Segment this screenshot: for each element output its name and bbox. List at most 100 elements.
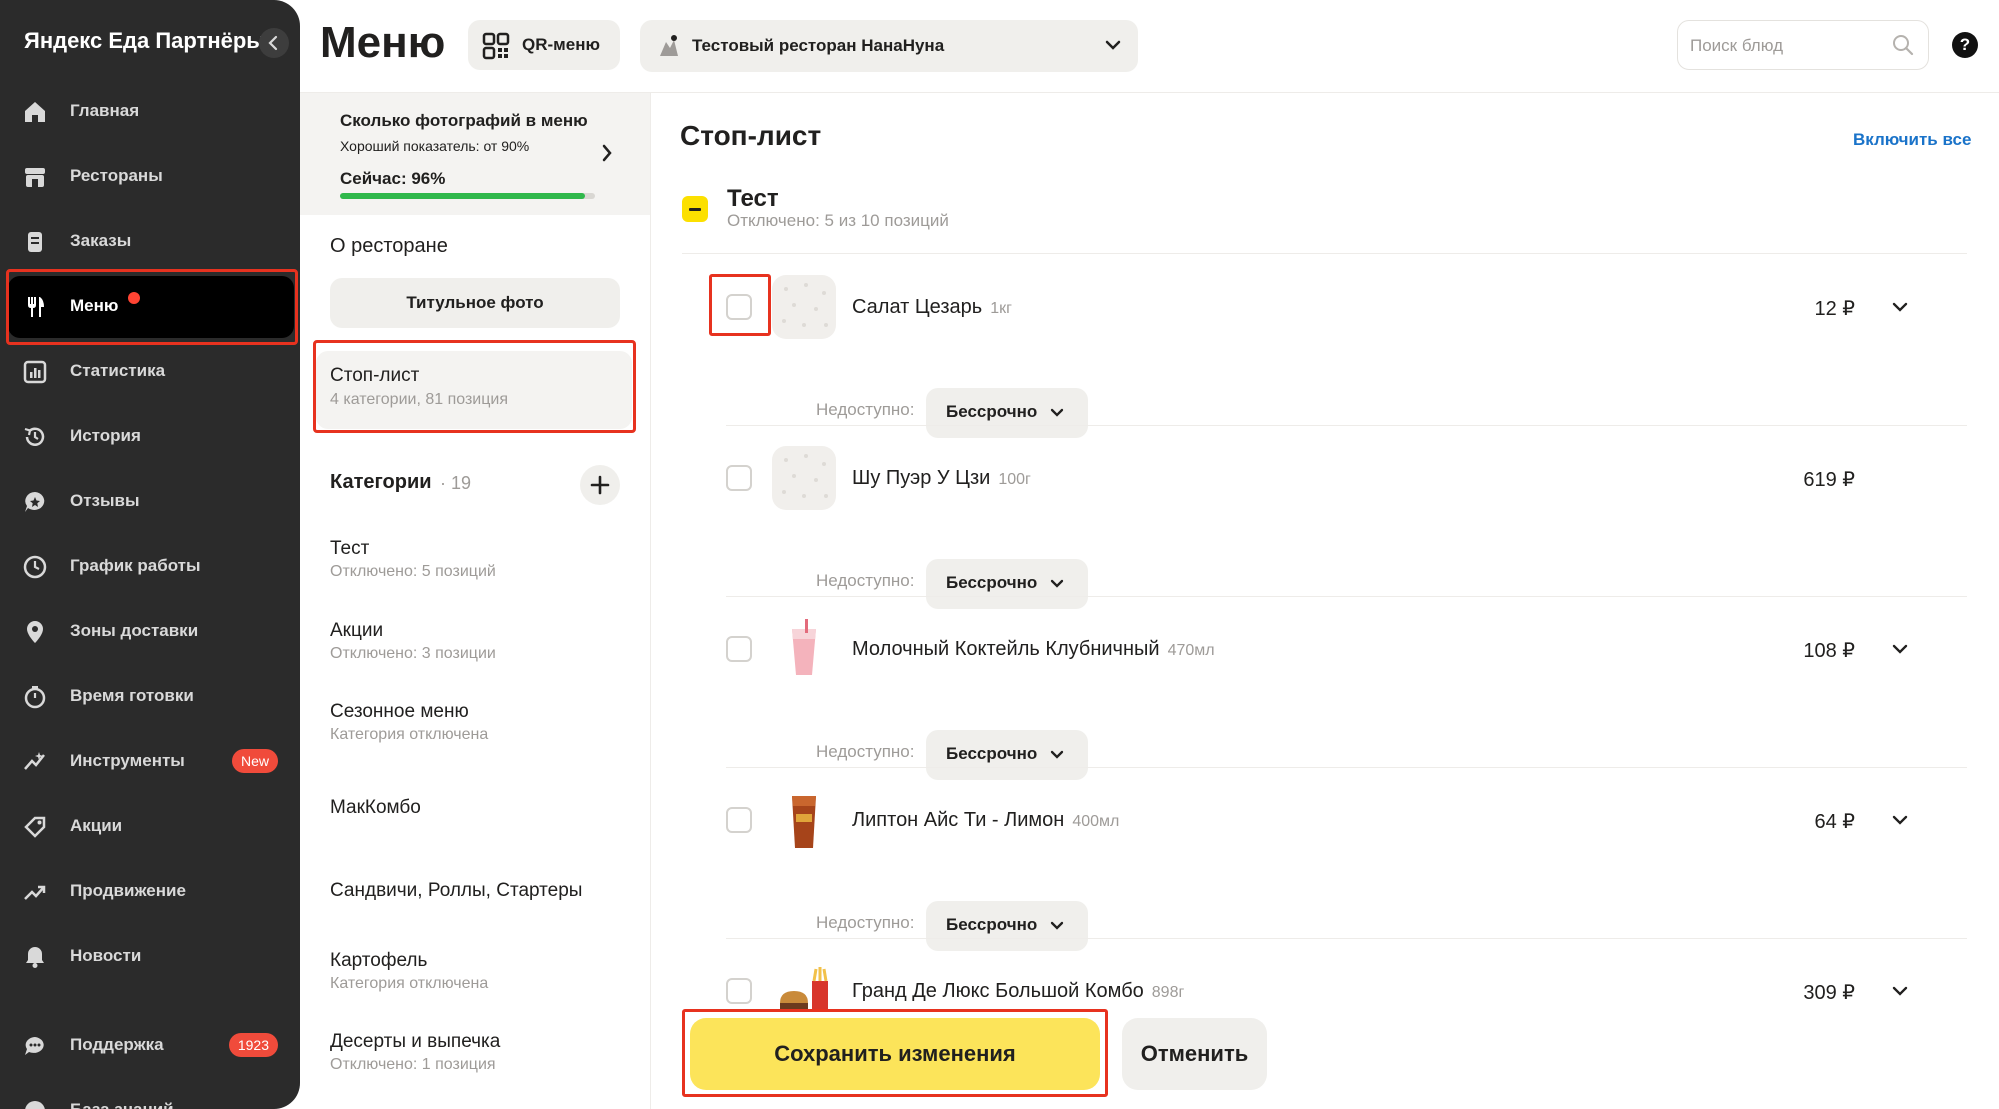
dish-weight: 1кг — [990, 300, 1012, 317]
sidebar-item-orders[interactable]: Заказы — [8, 211, 294, 273]
sidebar-item-statistics[interactable]: Статистика — [8, 341, 294, 403]
save-changes-button[interactable]: Сохранить изменения — [690, 1018, 1100, 1090]
item-checkbox[interactable] — [726, 636, 752, 662]
category-title: Сезонное меню — [330, 701, 469, 722]
category-item[interactable]: Акции Отключено: 3 позиции — [330, 620, 630, 663]
chevron-down-icon — [1050, 750, 1064, 759]
stoplist-nav-item[interactable]: Стоп-лист 4 категории, 81 позиция — [316, 351, 632, 429]
sidebar-item-home[interactable]: Главная — [8, 81, 294, 143]
search-box[interactable] — [1677, 20, 1929, 70]
timer-icon — [24, 686, 46, 709]
history-icon — [24, 427, 45, 446]
sidebar-item-schedule[interactable]: График работы — [8, 536, 294, 598]
search-icon[interactable] — [1892, 34, 1914, 56]
qr-code-icon — [482, 32, 510, 60]
dish-name-text: Гранд Де Люкс Большой Комбо — [852, 980, 1144, 1002]
sidebar-item-label: История — [70, 426, 141, 445]
sidebar-item-label: Отзывы — [70, 491, 140, 510]
item-checkbox[interactable] — [726, 807, 752, 833]
sidebar-item-knowledge-base[interactable]: База знаний — [8, 1080, 294, 1109]
restaurant-name: Тестовый ресторан НанаНуна — [692, 36, 945, 55]
category-item[interactable]: Тест Отключено: 5 позиций — [330, 538, 630, 581]
sidebar-item-tools[interactable]: Инструменты New — [8, 731, 294, 793]
dish-name: Салат Цезарь 1кг — [852, 296, 1012, 319]
duration-value: Бессрочно — [946, 573, 1038, 592]
chevron-down-icon[interactable] — [1891, 300, 1909, 314]
sidebar: Яндекс Еда Партнёры Главная Рестораны За… — [0, 0, 300, 1109]
chevron-down-icon[interactable] — [1891, 642, 1909, 656]
category-title: Акции — [330, 620, 384, 641]
sidebar-item-restaurants[interactable]: Рестораны — [8, 146, 294, 208]
brand-logo-text: Яндекс Еда Партнёры — [24, 28, 266, 53]
photo-progress-bar — [340, 193, 595, 199]
enable-all-link[interactable]: Включить все — [1853, 130, 1971, 150]
qr-menu-button[interactable]: QR-меню — [468, 20, 620, 70]
item-checkbox[interactable] — [726, 978, 752, 1004]
help-icon — [25, 1101, 45, 1109]
page-title: Меню — [320, 18, 446, 67]
item-checkbox[interactable] — [726, 465, 752, 491]
ice-tea-image — [772, 788, 836, 852]
sidebar-item-label: Акции — [70, 816, 123, 835]
stoplist-row: Гранд Де Люкс Большой Комбо 898г 309 ₽ — [682, 938, 1967, 1023]
stats-icon — [23, 360, 47, 384]
chat-icon — [25, 1037, 44, 1055]
category-title: МакКомбо — [330, 797, 421, 818]
search-input[interactable] — [1690, 33, 1880, 59]
title-photo-button[interactable]: Титульное фото — [330, 278, 620, 328]
category-title: Тест — [330, 538, 370, 559]
category-item[interactable]: Десерты и выпечка Отключено: 1 позиция — [330, 1031, 630, 1074]
category-item[interactable]: МакКомбо — [330, 797, 630, 819]
menu-sections-panel: Сколько фотографий в меню Хороший показа… — [300, 93, 651, 1109]
tools-icon — [24, 752, 45, 770]
category-item[interactable]: Сезонное меню Категория отключена — [330, 701, 630, 744]
chevron-down-icon[interactable] — [1891, 813, 1909, 827]
sidebar-item-reviews[interactable]: Отзывы — [8, 471, 294, 533]
sidebar-item-label: Продвижение — [70, 881, 186, 900]
group-checkbox-indeterminate[interactable] — [682, 196, 708, 222]
category-item[interactable]: Сандвичи, Роллы, Стартеры — [330, 880, 630, 902]
sidebar-item-label: Зоны доставки — [70, 621, 199, 640]
home-icon — [25, 102, 45, 122]
categories-count: · 19 — [440, 473, 472, 493]
sidebar-item-cooking-time[interactable]: Время готовки — [8, 666, 294, 728]
sidebar-item-label: База знаний — [70, 1100, 174, 1109]
photo-card-current: Сейчас: 96% — [340, 169, 446, 188]
sidebar-item-label: Рестораны — [70, 166, 163, 185]
notification-dot — [128, 292, 140, 304]
sidebar-item-news[interactable]: Новости — [8, 926, 294, 988]
category-item[interactable]: Картофель Категория отключена — [330, 950, 630, 993]
sidebar-item-history[interactable]: История — [8, 406, 294, 468]
chevron-right-icon — [602, 144, 612, 162]
chevron-down-icon[interactable] — [1891, 984, 1909, 998]
cancel-button[interactable]: Отменить — [1122, 1018, 1267, 1090]
category-subtitle: Категория отключена — [330, 975, 489, 992]
sidebar-item-menu[interactable]: Меню — [8, 276, 294, 338]
chevron-down-icon — [1050, 408, 1064, 417]
photo-progress-fill — [340, 193, 585, 199]
dish-name-text: Салат Цезарь — [852, 296, 983, 318]
dish-name-text: Липтон Айс Ти - Лимон — [852, 809, 1065, 831]
about-restaurant-heading: О ресторане — [330, 235, 448, 257]
sidebar-item-support[interactable]: Поддержка 1923 — [8, 1015, 294, 1077]
sidebar-item-delivery-zones[interactable]: Зоны доставки — [8, 601, 294, 663]
unavailable-label: Недоступно: — [816, 400, 915, 419]
dish-name-text: Молочный Коктейль Клубничный — [852, 638, 1160, 660]
stoplist-row: Молочный Коктейль Клубничный 470мл 108 ₽ … — [682, 596, 1967, 780]
duration-value: Бессрочно — [946, 744, 1038, 763]
chevron-down-icon — [1105, 40, 1121, 50]
collapse-sidebar-button[interactable] — [259, 28, 289, 58]
categories-heading: Категории — [330, 471, 432, 493]
dish-weight: 400мл — [1072, 813, 1120, 830]
restaurant-select[interactable]: Тестовый ресторан НанаНуна — [640, 20, 1138, 72]
sidebar-item-promotions[interactable]: Акции — [8, 796, 294, 858]
item-checkbox[interactable] — [726, 294, 752, 320]
restaurant-logo-icon — [660, 35, 678, 56]
dish-thumbnail-placeholder — [772, 446, 836, 510]
photo-card-subtitle: Хороший показатель: от 90% — [340, 138, 530, 154]
unavailable-label: Недоступно: — [816, 571, 915, 590]
add-category-button[interactable] — [580, 465, 620, 505]
photo-stats-card[interactable]: Сколько фотографий в меню Хороший показа… — [300, 93, 650, 215]
help-button[interactable]: ? — [1952, 32, 1978, 58]
sidebar-item-promotion[interactable]: Продвижение — [8, 861, 294, 923]
